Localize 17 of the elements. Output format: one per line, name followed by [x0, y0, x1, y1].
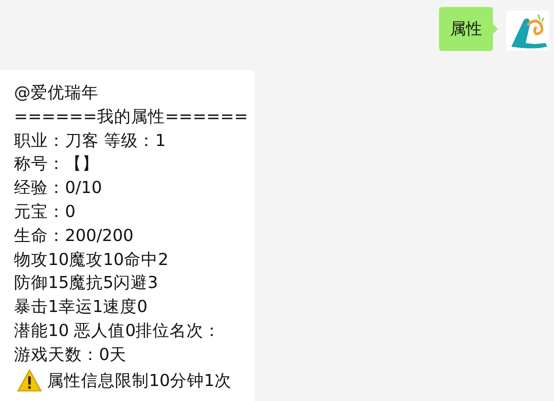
message-line: 元宝：0 [14, 200, 76, 223]
avatar-icon[interactable] [506, 9, 549, 52]
warning-text: 属性信息限制10分钟1次 [47, 370, 232, 392]
message-line: 游戏天数：0天 [14, 344, 128, 366]
message-line: ======我的属性====== [14, 106, 249, 128]
bubble-tail [493, 24, 498, 34]
message-line: 潜能10 恶人值0排位名次： [14, 320, 222, 342]
warning-icon [17, 368, 42, 392]
message-line: 物攻10魔攻10命中2 [14, 248, 170, 271]
message-line: 经验：0/10 [14, 177, 104, 200]
message-line: 防御15魔抗5闪避3 [14, 272, 159, 294]
message-line: 暴击1幸运1速度0 [14, 296, 148, 318]
message-line: 称号：【】 [14, 153, 100, 176]
message-line: @爱优瑞年 [14, 82, 100, 104]
message-line: 职业：刀客 等级：1 [14, 130, 167, 152]
message-line: 生命：200/200 [14, 224, 135, 247]
sent-message-bubble: 属性 [439, 7, 493, 51]
